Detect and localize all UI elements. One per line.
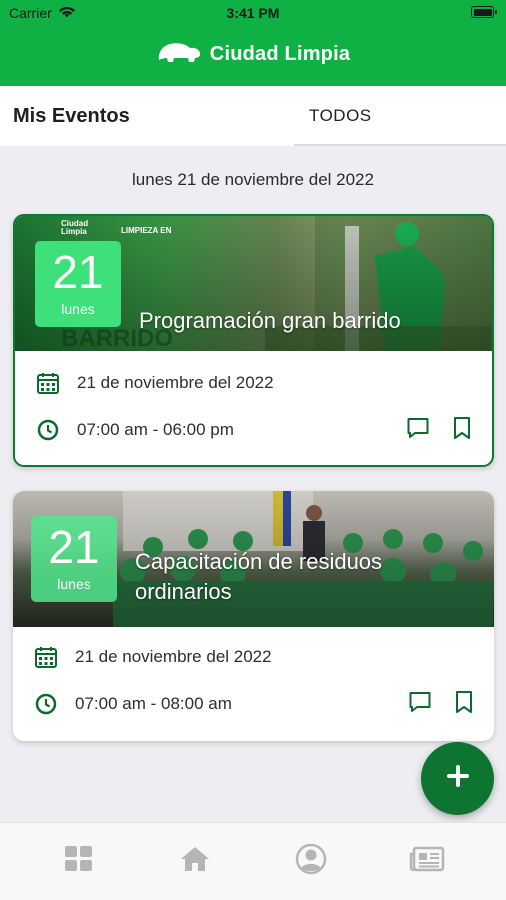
tab-underline [294, 144, 506, 146]
tab-bar: Mis Eventos TODOS [0, 86, 506, 146]
home-icon [180, 845, 210, 878]
bookmark-icon[interactable] [454, 690, 474, 719]
app-name: Ciudad Limpia [209, 43, 351, 65]
image-logo-text: Ciudad Limpia [61, 219, 89, 236]
comment-icon[interactable] [408, 690, 432, 719]
event-date-row: 21 de noviembre del 2022 [33, 642, 474, 672]
event-time: 07:00 am - 08:00 am [75, 694, 232, 713]
day-number: 21 [52, 246, 104, 298]
event-image: 21 lunes Capacitación de residuos ordina… [13, 491, 494, 627]
nav-grid-button[interactable] [59, 843, 99, 879]
day-badge: 21 lunes [35, 241, 121, 327]
event-date: 21 de noviembre del 2022 [75, 647, 272, 666]
day-badge: 21 lunes [31, 516, 117, 602]
event-time: 07:00 am - 06:00 pm [77, 420, 234, 439]
event-date: 21 de noviembre del 2022 [77, 373, 274, 392]
day-name: lunes [61, 301, 95, 317]
brand: Ciudad Limpia [0, 40, 506, 69]
bookmark-icon[interactable] [452, 416, 472, 445]
battery-icon [471, 6, 497, 18]
grid-icon [64, 845, 94, 878]
image-banner-text: LIMPIEZA EN [121, 226, 172, 235]
event-card[interactable]: BARRIDO Ciudad Limpia LIMPIEZA EN 21 lun… [13, 214, 494, 467]
tab-mis-eventos[interactable]: Mis Eventos [13, 86, 130, 146]
event-image: BARRIDO Ciudad Limpia LIMPIEZA EN 21 lun… [15, 216, 492, 351]
bottom-nav [0, 822, 506, 900]
app-header: Carrier 3:41 PM Ciudad Limpia [0, 0, 506, 86]
tab-todos[interactable]: TODOS [294, 86, 506, 146]
calendar-icon [33, 644, 59, 670]
nav-news-button[interactable] [407, 843, 447, 879]
clock-icon [35, 417, 61, 443]
news-icon [409, 846, 445, 877]
event-title: Programación gran barrido [139, 308, 401, 333]
event-time-row: 07:00 am - 08:00 am [33, 689, 474, 719]
date-heading: lunes 21 de noviembre del 2022 [132, 170, 374, 189]
plus-icon [446, 765, 469, 792]
nav-home-button[interactable] [175, 843, 215, 879]
day-name: lunes [57, 576, 91, 592]
day-number: 21 [48, 521, 100, 573]
profile-icon [295, 843, 327, 880]
event-time-row: 07:00 am - 06:00 pm [35, 415, 472, 445]
nav-profile-button[interactable] [291, 843, 331, 879]
clock-icon [33, 691, 59, 717]
calendar-icon [35, 370, 61, 396]
event-card[interactable]: 21 lunes Capacitación de residuos ordina… [13, 491, 494, 741]
event-title: Capacitación de residuos ordinarios [135, 549, 383, 604]
add-event-button[interactable] [421, 742, 494, 815]
event-date-row: 21 de noviembre del 2022 [35, 368, 472, 398]
comment-icon[interactable] [406, 416, 430, 445]
status-time: 3:41 PM [226, 5, 280, 21]
hippo-logo-icon [156, 40, 202, 69]
status-bar: Carrier 3:41 PM [0, 0, 506, 26]
